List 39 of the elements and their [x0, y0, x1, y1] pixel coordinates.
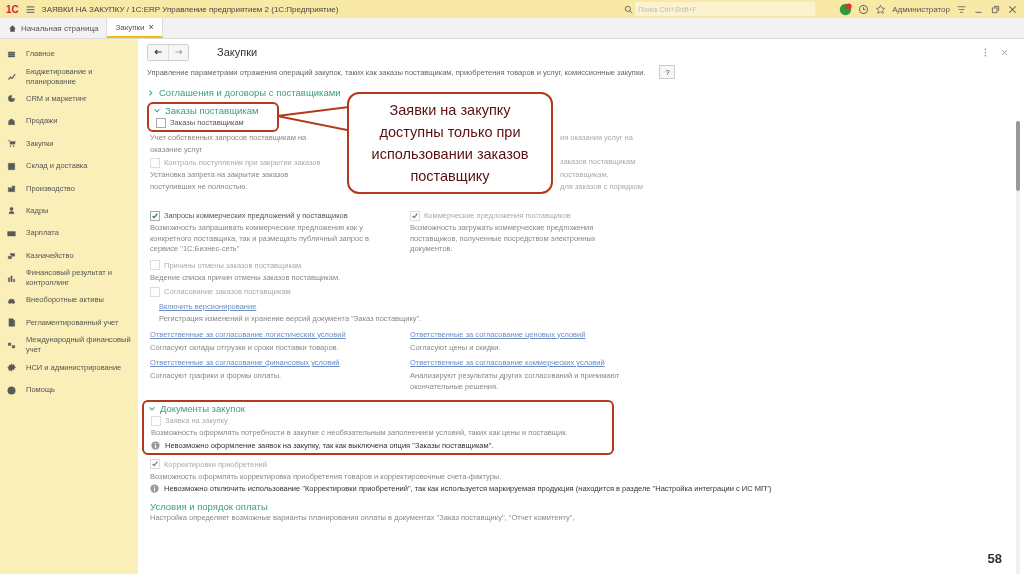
window-title: ЗАЯВКИ НА ЗАКУПКУ / 1С:ERP Управление предприятием 2 (1С:Предприятие) [41, 4, 339, 14]
callout-text: Заявки на закупку доступны только при использовании заказов поставщику [370, 101, 530, 186]
card-icon [7, 228, 16, 238]
right-arrow-icon [173, 47, 184, 57]
person-icon [7, 206, 16, 216]
checkbox[interactable] [150, 210, 160, 221]
settings-menu-icon[interactable] [956, 3, 967, 15]
search-icon [624, 4, 634, 14]
info-icon [151, 440, 160, 450]
section-title: Условия и порядок оплаты [150, 501, 269, 512]
scrollbar-thumb[interactable] [1016, 121, 1020, 191]
bag-icon [7, 116, 16, 126]
app-logo: 1С [6, 3, 19, 15]
tab[interactable]: Закупки × [107, 18, 163, 38]
notification-icon[interactable] [839, 2, 853, 16]
doc-icon [7, 318, 16, 328]
pie-icon [7, 94, 16, 104]
factory-icon [7, 184, 16, 194]
back-button[interactable] [148, 44, 168, 60]
history-icon[interactable] [858, 3, 870, 15]
cart-icon [7, 139, 16, 149]
close-icon[interactable] [1007, 3, 1018, 15]
restore-icon[interactable] [990, 3, 1001, 15]
list-icon [7, 49, 16, 59]
menu-icon[interactable] [24, 3, 36, 15]
checkbox[interactable] [156, 117, 166, 128]
help-button[interactable]: ? [659, 65, 676, 79]
star-icon[interactable] [875, 3, 887, 15]
chart-icon [7, 72, 16, 82]
user-name[interactable]: Администратор [892, 4, 950, 14]
left-arrow-icon [153, 47, 163, 57]
slide-number: 58 [987, 551, 1002, 566]
page-title: Закупки [217, 46, 258, 58]
info-icon [150, 484, 159, 493]
gear-icon [7, 363, 16, 373]
bars-icon [7, 273, 16, 283]
tab-close-button[interactable]: × [148, 22, 154, 32]
car-icon [7, 296, 16, 305]
home-icon [8, 23, 17, 33]
